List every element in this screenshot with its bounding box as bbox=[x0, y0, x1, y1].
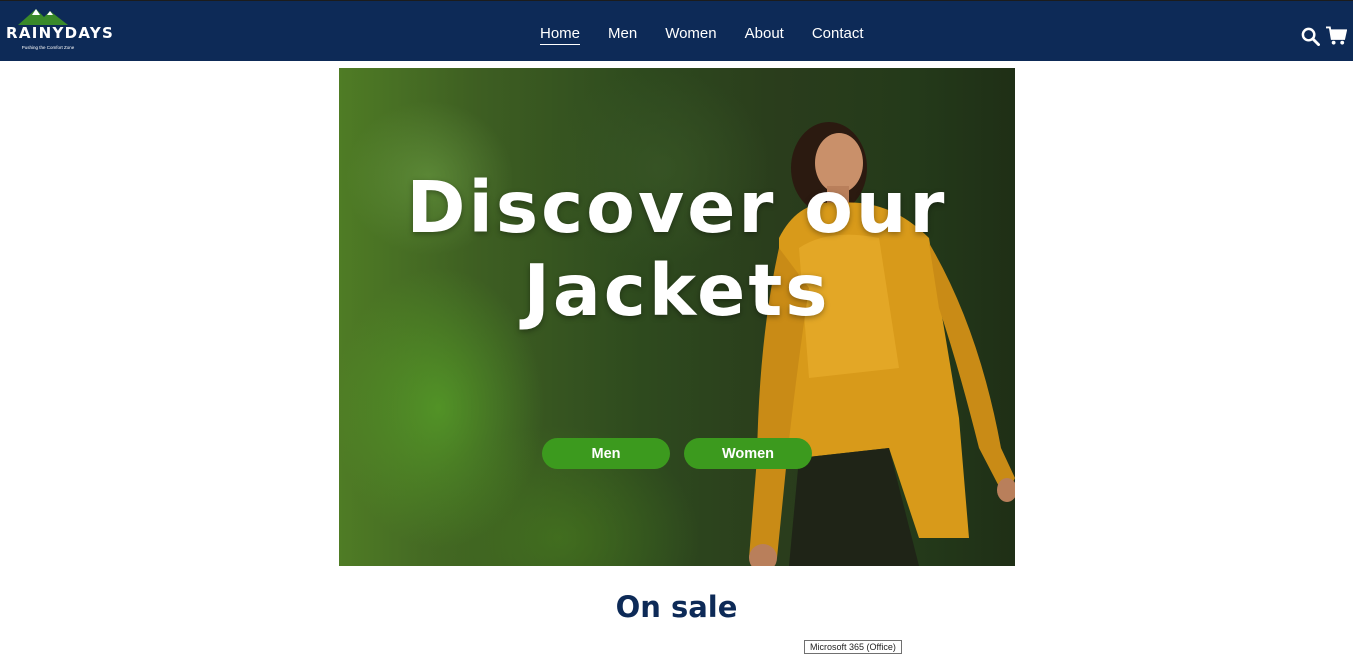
hero-title: Discover our Jackets bbox=[406, 166, 948, 332]
brand-logo[interactable]: RAINYDAYS Pushing the Comfort Zone bbox=[6, 7, 115, 55]
brand-name: RAINYDAYS bbox=[6, 24, 115, 42]
cart-icon[interactable] bbox=[1326, 26, 1347, 46]
mountain-logo-icon bbox=[18, 9, 68, 25]
main-nav: Home Men Women About Contact bbox=[540, 25, 864, 45]
taskbar-tooltip: Microsoft 365 (Office) bbox=[804, 640, 902, 654]
shop-women-button[interactable]: Women bbox=[684, 438, 812, 469]
nav-link-women[interactable]: Women bbox=[665, 25, 716, 45]
shop-men-button[interactable]: Men bbox=[542, 438, 670, 469]
search-icon[interactable] bbox=[1301, 27, 1320, 46]
nav-link-contact[interactable]: Contact bbox=[812, 25, 864, 45]
navbar: RAINYDAYS Pushing the Comfort Zone Home … bbox=[0, 0, 1353, 61]
hero-banner: Discover our Jackets Men Women bbox=[339, 68, 1015, 566]
nav-link-home[interactable]: Home bbox=[540, 25, 581, 45]
brand-tagline: Pushing the Comfort Zone bbox=[21, 45, 75, 50]
nav-link-men[interactable]: Men bbox=[608, 25, 637, 45]
on-sale-heading: On sale bbox=[615, 590, 738, 624]
nav-link-about[interactable]: About bbox=[745, 25, 784, 45]
